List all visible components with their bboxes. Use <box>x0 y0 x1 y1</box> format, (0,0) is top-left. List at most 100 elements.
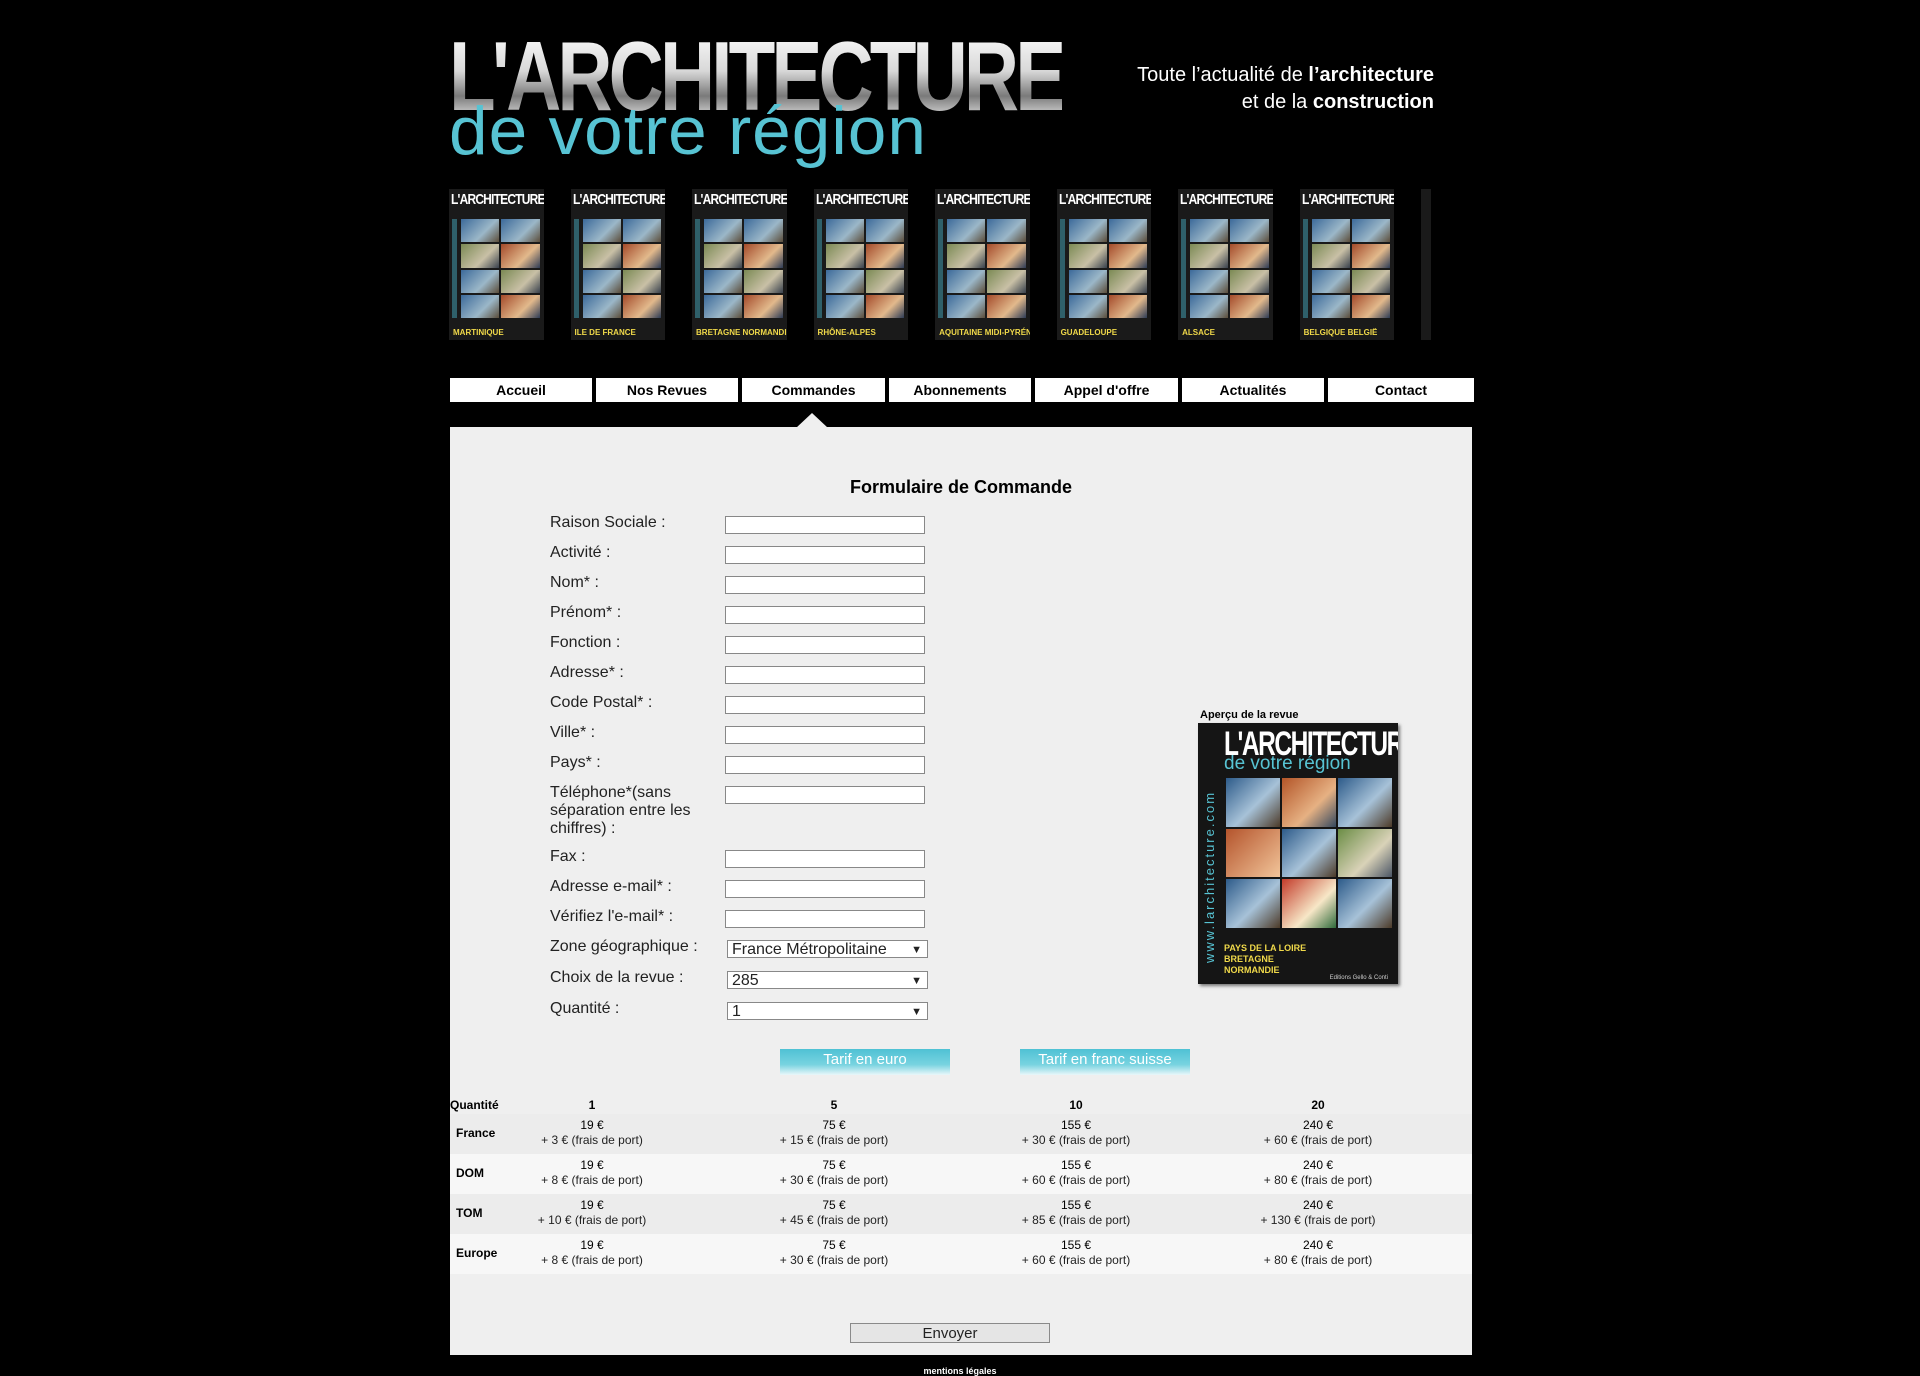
price-table: Quantité 1 5 10 20 France 19 € + 3 € (frais de … <box>450 1097 1472 1274</box>
cover-region: RHÔNE-ALPES <box>817 328 876 337</box>
select-dropdown[interactable]: France Métropolitaine ▼ <box>727 940 928 958</box>
dropdown-arrow-icon: ▼ <box>911 944 922 956</box>
field-label: Nom* : <box>550 574 599 591</box>
cover-title: L'ARCHITECTURE <box>1301 191 1395 208</box>
price-value: 75 € <box>822 1238 846 1252</box>
text-input[interactable] <box>725 756 925 774</box>
nav-item-actualités[interactable]: Actualités <box>1182 378 1324 402</box>
magazine-cover[interactable]: L'ARCHITECTURE MARTINIQUE <box>449 189 544 340</box>
price-row: France 19 € + 3 € (frais de port) 75 € + 15 … <box>450 1114 1472 1154</box>
text-input[interactable] <box>725 606 925 624</box>
shipping-cost: + 45 € (frais de port) <box>779 1213 889 1227</box>
text-input[interactable] <box>725 516 925 534</box>
nav-item-appel-d-offre[interactable]: Appel d'offre <box>1035 378 1178 402</box>
quantity-column-header: 5 <box>830 1098 838 1112</box>
magazine-cover[interactable]: L'ARCHITECTURE ILE DE FRANCE <box>570 189 666 340</box>
text-input[interactable] <box>725 786 925 804</box>
select-dropdown[interactable]: 1 ▼ <box>727 1002 928 1020</box>
field-label: Raison Sociale : <box>550 514 666 531</box>
price-cell: 19 € + 8 € (frais de port) <box>492 1158 692 1188</box>
cover-spine <box>573 219 579 318</box>
shipping-cost: + 8 € (frais de port) <box>541 1173 643 1187</box>
field-label: Fonction : <box>550 634 621 651</box>
site-logo[interactable]: L'ARCHITECTURE de votre région <box>449 26 1066 166</box>
nav-item-accueil[interactable]: Accueil <box>450 378 592 402</box>
shipping-cost: + 130 € (frais de port) <box>1260 1213 1376 1227</box>
price-cell: 19 € + 3 € (frais de port) <box>492 1118 692 1148</box>
cover-title: L'ARCHITECTURE <box>694 191 787 208</box>
text-input[interactable] <box>725 636 925 654</box>
select-label: Zone géographique : <box>550 938 698 955</box>
price-value: 19 € <box>580 1158 604 1172</box>
select-value: France Métropolitaine <box>732 941 887 958</box>
cover-title: L'ARCHITECTURE <box>815 191 909 208</box>
select-dropdown[interactable]: 285 ▼ <box>727 971 928 989</box>
shipping-cost: + 85 € (frais de port) <box>1021 1213 1131 1227</box>
cover-spine <box>452 219 457 318</box>
tab-tarif-euro[interactable]: Tarif en euro <box>780 1049 950 1075</box>
cover-spine <box>816 219 822 318</box>
cover-title: L'ARCHITECTURE <box>937 191 1030 208</box>
text-input[interactable] <box>725 910 925 928</box>
zone-label: TOM <box>456 1206 483 1220</box>
shipping-cost: + 80 € (frais de port) <box>1263 1253 1373 1267</box>
price-cell: 155 € + 60 € (frais de port) <box>976 1238 1176 1268</box>
nav-item-contact[interactable]: Contact <box>1328 378 1474 402</box>
price-value: 155 € <box>1060 1118 1092 1132</box>
magazine-cover[interactable]: L'ARCHITECTURE BELGIQUE BELGIË <box>1299 189 1395 340</box>
tab-tarif-franc-suisse[interactable]: Tarif en franc suisse <box>1020 1049 1190 1075</box>
cover-photos <box>1068 219 1148 318</box>
cover-spine <box>1059 219 1065 318</box>
shipping-cost: + 60 € (frais de port) <box>1263 1133 1373 1147</box>
text-input[interactable] <box>725 576 925 594</box>
nav-item-commandes[interactable]: Commandes <box>742 378 885 402</box>
price-cell: 19 € + 8 € (frais de port) <box>492 1238 692 1268</box>
main-nav: Accueil Nos Revues Commandes Abonnements App… <box>450 378 1474 402</box>
price-value: 75 € <box>822 1198 846 1212</box>
magazine-cover[interactable]: L'ARCHITECTURE AQUITAINE MIDI-PYRÉNÉES <box>935 189 1030 340</box>
text-input[interactable] <box>725 880 925 898</box>
nav-item-abonnements[interactable]: Abonnements <box>889 378 1031 402</box>
shipping-cost: + 30 € (frais de port) <box>779 1253 889 1267</box>
text-input[interactable] <box>725 546 925 564</box>
price-cell: 240 € + 80 € (frais de port) <box>1218 1238 1418 1268</box>
field-label: Code Postal* : <box>550 694 653 711</box>
form-title: Formulaire de Commande <box>849 477 1073 497</box>
cover-photos <box>825 219 905 318</box>
price-value: 155 € <box>1060 1238 1092 1252</box>
field-label: Adresse* : <box>550 664 624 681</box>
site-tagline: Toute l’actualité de l’architecture et d… <box>1137 64 1434 113</box>
cover-title: L'ARCHITECTURE <box>1180 191 1273 208</box>
magazine-cover[interactable]: L'ARCHITECTURE BRETAGNE NORMANDIE <box>692 189 787 340</box>
shipping-cost: + 80 € (frais de port) <box>1263 1173 1373 1187</box>
cover-region: BRETAGNE NORMANDIE <box>696 328 787 337</box>
price-cell: 19 € + 10 € (frais de port) <box>492 1198 692 1228</box>
price-cell: 75 € + 15 € (frais de port) <box>734 1118 934 1148</box>
text-input[interactable] <box>725 850 925 868</box>
price-value: 19 € <box>580 1118 604 1132</box>
field-label: Ville* : <box>550 724 596 741</box>
dropdown-arrow-icon: ▼ <box>911 1006 922 1018</box>
magazine-cover[interactable]: L'ARCHITECTURE GUADELOUPE <box>1056 189 1152 340</box>
nav-item-nos-revues[interactable]: Nos Revues <box>596 378 738 402</box>
field-label: Prénom* : <box>550 604 622 621</box>
text-input[interactable] <box>725 726 925 744</box>
price-row: Europe 19 € + 8 € (frais de port) 75 € + 30 … <box>450 1234 1472 1274</box>
cover-title: L'ARCHITECTURE <box>572 191 666 208</box>
price-cell: 155 € + 30 € (frais de port) <box>976 1118 1176 1148</box>
magazine-cover[interactable]: L'ARCHITECTURE RHÔNE-ALPES <box>813 189 909 340</box>
cover-region: MARTINIQUE <box>453 328 504 337</box>
preview-publisher: Editions Gello & Conti <box>1329 975 1388 981</box>
submit-button[interactable]: Envoyer <box>850 1323 1050 1343</box>
shipping-cost: + 15 € (frais de port) <box>779 1133 889 1147</box>
cover-photos <box>461 219 540 318</box>
cover-title: L'ARCHITECTURE <box>451 191 544 208</box>
magazine-cover[interactable]: L'ARCHITECTURE ALSACE <box>1178 189 1273 340</box>
price-row: TOM 19 € + 10 € (frais de port) 75 € + 45 € … <box>450 1194 1472 1234</box>
cover-region: ILE DE FRANCE <box>574 328 636 337</box>
preview-subtitle: de votre région <box>1224 753 1351 774</box>
price-value: 240 € <box>1302 1238 1334 1252</box>
text-input[interactable] <box>725 666 925 684</box>
preview-url: www.larchitecture.com <box>1202 790 1217 963</box>
text-input[interactable] <box>725 696 925 714</box>
